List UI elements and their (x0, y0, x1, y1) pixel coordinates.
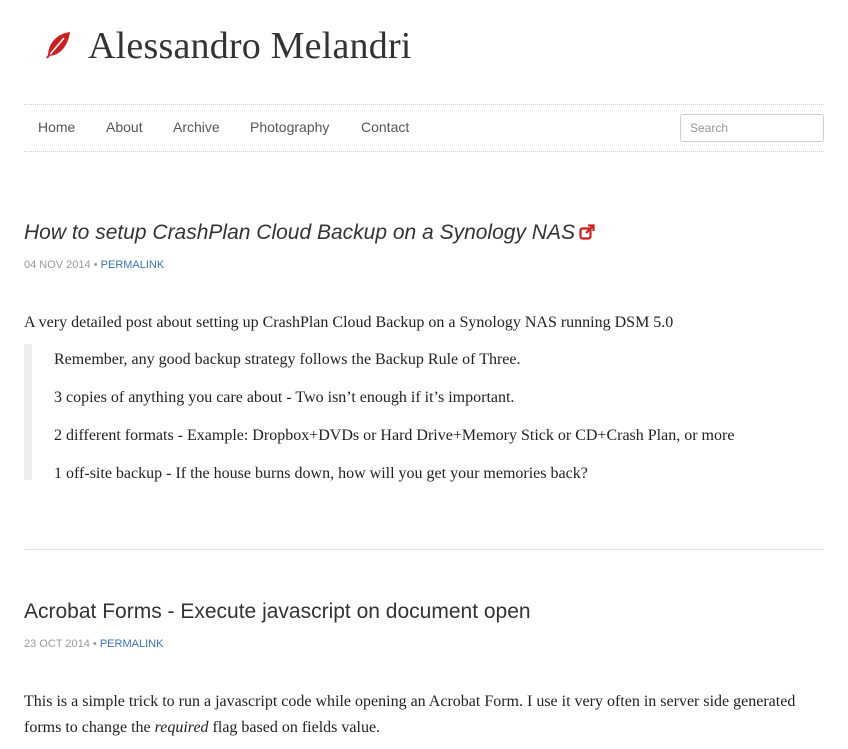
post-meta: 23 OCT 2014 • PERMALINK (24, 638, 824, 650)
post-title[interactable]: Acrobat Forms - Execute javascript on do… (24, 600, 824, 624)
nav-photography[interactable]: Photography (250, 119, 329, 135)
quote-line: 2 different formats - Example: Dropbox+D… (54, 427, 735, 444)
permalink-link[interactable]: PERMALINK (101, 259, 165, 271)
meta-separator: • (93, 259, 98, 271)
body-emphasis: required (154, 719, 209, 736)
red-leaf-icon[interactable] (44, 30, 72, 60)
quote-line: 1 off-site backup - If the house burns d… (54, 465, 588, 482)
post-date: 23 OCT 2014 (24, 638, 90, 650)
external-link-icon[interactable] (579, 224, 595, 240)
quote-line: Remember, any good backup strategy follo… (54, 351, 521, 368)
nav-about[interactable]: About (106, 119, 143, 135)
nav-contact[interactable]: Contact (361, 119, 409, 135)
post-intro: A very detailed post about setting up Cr… (24, 314, 674, 331)
post-meta: 04 NOV 2014 • PERMALINK (24, 259, 824, 271)
post-title-link[interactable]: How to setup CrashPlan Cloud Backup on a… (24, 221, 575, 244)
body-text: This is a simple trick to run a javascri… (24, 693, 796, 736)
search-input[interactable] (680, 114, 824, 142)
post-1: How to setup CrashPlan Cloud Backup on a… (24, 221, 824, 271)
nav-home[interactable]: Home (38, 119, 75, 135)
post-2: Acrobat Forms - Execute javascript on do… (24, 600, 824, 650)
nav-archive[interactable]: Archive (173, 119, 220, 135)
post-divider (24, 549, 824, 550)
post-body: This is a simple trick to run a javascri… (24, 689, 824, 741)
site-title[interactable]: Alessandro Melandri (88, 24, 412, 68)
post-title: How to setup CrashPlan Cloud Backup on a… (24, 221, 824, 245)
main-nav: Home About Archive Photography Contact (24, 104, 824, 152)
body-text: flag based on fields value. (208, 719, 381, 736)
meta-separator: • (92, 638, 97, 650)
permalink-link[interactable]: PERMALINK (100, 638, 164, 650)
post-quote: Remember, any good backup strategy follo… (24, 344, 814, 482)
site-header: Alessandro Melandri (24, 24, 824, 84)
post-date: 04 NOV 2014 (24, 259, 91, 271)
quote-line: 3 copies of anything you care about - Tw… (54, 389, 515, 406)
